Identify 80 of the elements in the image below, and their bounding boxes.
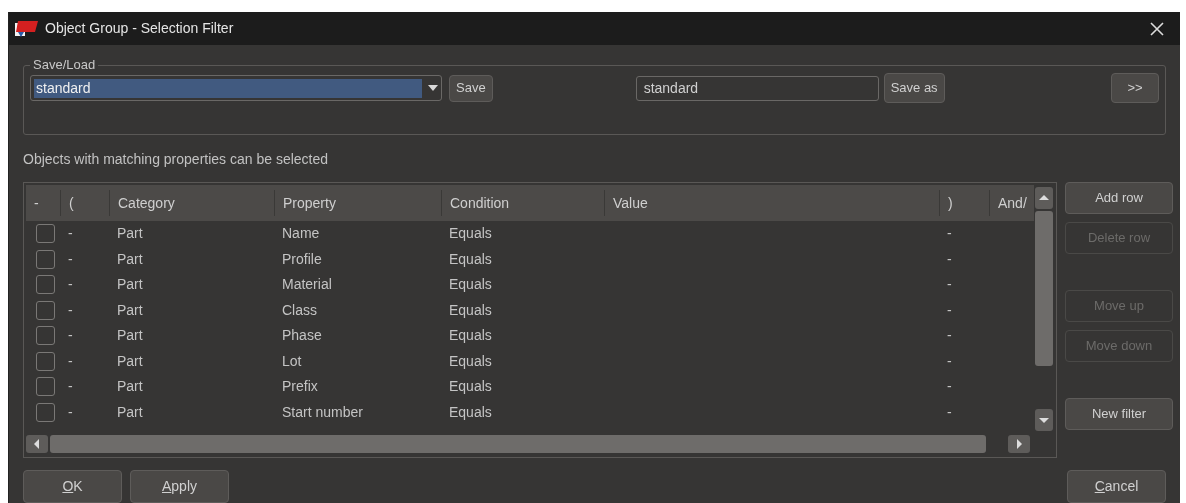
table-cell-text: Part [116, 300, 144, 320]
close-button[interactable] [1150, 21, 1164, 36]
table-cell-text: Equals [448, 377, 493, 397]
side-button[interactable]: New filter [1065, 398, 1173, 430]
hint-text: Objects with matching properties can be selected [23, 150, 330, 169]
dialog-button[interactable]: Cancel [1067, 470, 1166, 503]
table-cell-text: - [946, 275, 953, 295]
table-cell-text: Equals [448, 300, 493, 320]
column-header[interactable]: Category [109, 190, 274, 216]
close-icon [1150, 21, 1164, 36]
table-cell-text: Start number [281, 402, 364, 422]
scroll-up-icon [1035, 187, 1053, 209]
table-cell-text: Profile [281, 249, 323, 269]
window-title: Object Group - Selection Filter [45, 19, 234, 38]
table-cell-text: Part [116, 326, 144, 346]
save-as-button[interactable]: Save as [883, 73, 945, 103]
table-cell-text: Class [281, 300, 318, 320]
table-cell-text: Material [281, 275, 333, 295]
table-cell-text: Part [116, 402, 144, 422]
column-header[interactable]: Condition [441, 190, 604, 216]
scrollbar-thumb[interactable] [1035, 211, 1053, 366]
table-cell-text: - [67, 300, 74, 320]
row-checkbox[interactable] [36, 377, 55, 397]
row-checkbox[interactable] [36, 275, 55, 295]
table-cell-text: - [67, 249, 74, 269]
table-cell-text: - [946, 249, 953, 269]
row-checkbox[interactable] [36, 402, 55, 422]
column-header[interactable]: ( [60, 190, 109, 216]
table-cell-text: Prefix [281, 377, 319, 397]
preset-dropdown[interactable]: standard [30, 75, 442, 101]
row-checkbox[interactable] [36, 326, 55, 346]
more-button[interactable]: >> [1111, 73, 1159, 103]
table-cell-text: - [946, 377, 953, 397]
column-header[interactable]: Value [604, 190, 939, 216]
table-cell-text: Part [116, 249, 144, 269]
dialog-button[interactable]: OK [23, 470, 122, 503]
table-cell-text: Equals [448, 224, 493, 244]
table-cell-text: - [946, 300, 953, 320]
table-cell-text: - [946, 326, 953, 346]
table-cell-text: Part [116, 275, 144, 295]
table-cell-text: Part [116, 377, 144, 397]
dropdown-value: standard [34, 78, 422, 98]
table-cell-text: - [67, 326, 74, 346]
table-cell-text: Equals [448, 351, 493, 371]
group-label: Save/Load [32, 59, 97, 71]
table-cell-text: - [67, 402, 74, 422]
column-header[interactable]: ) [939, 190, 989, 216]
save-button[interactable]: Save [449, 74, 493, 102]
side-button[interactable]: Add row [1065, 182, 1173, 214]
table-cell-text: Part [116, 224, 144, 244]
table-cell-text: Equals [448, 249, 493, 269]
row-checkbox[interactable] [36, 224, 55, 244]
table-cell-text: - [67, 224, 74, 244]
table-cell-text: - [67, 351, 74, 371]
table-cell-text: Lot [281, 351, 303, 371]
table-cell-text: - [946, 351, 953, 371]
table-cell-text: Name [281, 224, 321, 244]
row-checkbox[interactable] [36, 300, 55, 320]
name-input-field[interactable]: standard [635, 75, 879, 101]
column-header[interactable]: - [26, 190, 60, 216]
scroll-down-icon [1035, 409, 1053, 431]
table-cell-text: - [946, 402, 953, 422]
dropdown-arrow-icon [428, 85, 438, 91]
table-cell-text: - [946, 224, 953, 244]
table-cell-text: Phase [281, 326, 323, 346]
table-cell-text: Equals [448, 326, 493, 346]
table-cell-text: Equals [448, 275, 493, 295]
column-header[interactable]: Property [274, 190, 441, 216]
table-cell-text: Part [116, 351, 144, 371]
table-cell-text: - [67, 377, 74, 397]
scroll-left-icon [26, 435, 48, 453]
app-logo-icon [15, 19, 39, 38]
vertical-scrollbar[interactable] [1034, 185, 1054, 433]
dialog-button[interactable]: Apply [130, 470, 229, 503]
scrollbar-thumb[interactable] [50, 435, 986, 453]
scroll-right-icon [1008, 435, 1030, 453]
table-cell-text: Equals [448, 402, 493, 422]
table-cell-text: - [67, 275, 74, 295]
row-checkbox[interactable] [36, 351, 55, 371]
row-checkbox[interactable] [36, 249, 55, 269]
